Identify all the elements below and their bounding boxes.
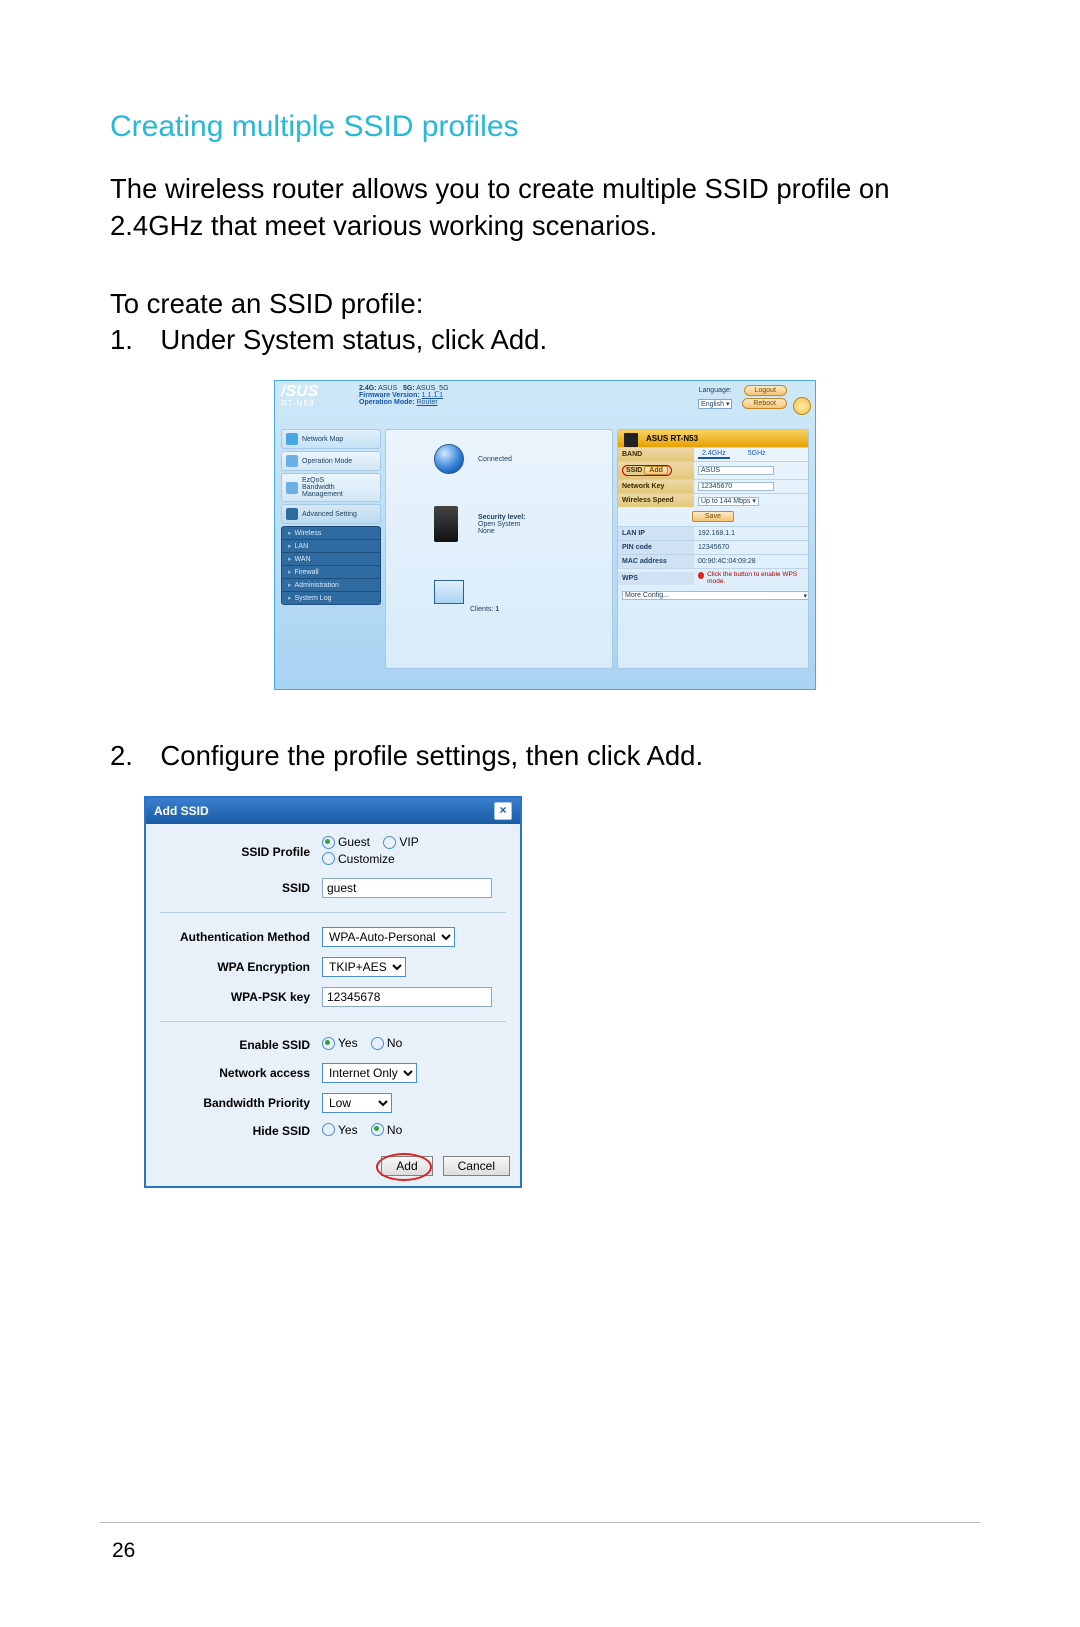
enc-label: WPA Encryption xyxy=(156,952,318,982)
status-title: ASUS RT-N53 xyxy=(618,430,808,447)
hide-yes-radio[interactable]: Yes xyxy=(322,1123,358,1137)
profile-customize-radio[interactable]: Customize xyxy=(322,852,395,866)
sidebar-ezqos[interactable]: EzQoS Bandwidth Management xyxy=(281,473,381,502)
hide-no-radio[interactable]: No xyxy=(371,1123,402,1137)
chevron-right-icon: ▸ xyxy=(288,542,292,550)
language-label: Language: xyxy=(699,387,732,394)
router-admin-screenshot: /SUS RT-N53 2.4G: ASUS 5G: ASUS_5G Firmw… xyxy=(274,380,816,690)
psk-label: WPA-PSK key xyxy=(156,982,318,1012)
band-label: BAND xyxy=(618,448,694,461)
network-key-input[interactable]: 12345670 xyxy=(698,482,774,491)
advanced-icon xyxy=(286,508,298,520)
enable-no-radio[interactable]: No xyxy=(371,1036,402,1050)
ssid-input[interactable] xyxy=(322,878,492,898)
wspeed-label: Wireless Speed xyxy=(618,494,694,507)
ezqos-icon xyxy=(286,482,298,494)
asus-logo: /SUS RT-N53 xyxy=(281,385,349,408)
sidebar: Network Map Operation Mode EzQoS Bandwid… xyxy=(281,429,381,669)
more-config-select[interactable]: More Config...▾ xyxy=(622,591,809,600)
wps-label: WPS xyxy=(618,572,694,585)
internet-node[interactable] xyxy=(434,444,464,474)
wpa-encryption-select[interactable]: TKIP+AES xyxy=(322,957,406,977)
logout-button[interactable]: Logout xyxy=(744,385,787,396)
chevron-right-icon: ▸ xyxy=(288,581,292,589)
menu-lan[interactable]: ▸LAN xyxy=(282,539,380,552)
connection-status: Connected xyxy=(478,456,512,463)
netkey-label: Network Key xyxy=(618,480,694,493)
bandwidth-priority-select[interactable]: Low xyxy=(322,1093,392,1113)
ssid-value-input[interactable]: ASUS xyxy=(698,466,774,475)
pin-label: PIN code xyxy=(618,541,694,554)
network-map-canvas: Connected Security level:Open System Non… xyxy=(385,429,613,669)
sidebar-advanced[interactable]: Advanced Setting xyxy=(281,504,381,524)
menu-firewall[interactable]: ▸Firewall xyxy=(282,565,380,578)
wps-note: Click the button to enable WPS mode. xyxy=(698,571,804,585)
router-icon xyxy=(434,506,458,542)
dialog-cancel-button[interactable]: Cancel xyxy=(443,1156,510,1176)
header-info: 2.4G: ASUS 5G: ASUS_5G Firmware Version:… xyxy=(359,385,688,406)
profile-label: SSID Profile xyxy=(156,830,318,873)
chevron-right-icon: ▸ xyxy=(288,568,292,576)
step-1: 1. Under System status, click Add. xyxy=(110,324,980,356)
ssid-field-label: SSID xyxy=(156,873,318,903)
network-access-select[interactable]: Internet Only xyxy=(322,1063,417,1083)
auth-method-select[interactable]: WPA-Auto-Personal xyxy=(322,927,455,947)
system-status-panel: ASUS RT-N53 BAND 2.4GHz 5GHz SSID Add ASU… xyxy=(617,429,809,669)
chevron-right-icon: ▸ xyxy=(288,529,292,537)
section-title: Creating multiple SSID profiles xyxy=(110,110,980,144)
globe-icon xyxy=(434,444,464,474)
lanip-value: 192.168.1.1 xyxy=(694,528,808,539)
menu-system-log[interactable]: ▸System Log xyxy=(282,591,380,604)
band-24ghz-tab[interactable]: 2.4GHz xyxy=(698,450,730,459)
operation-mode-icon xyxy=(286,455,298,467)
clients-node[interactable] xyxy=(434,580,464,604)
auth-label: Authentication Method xyxy=(156,922,318,952)
sidebar-network-map[interactable]: Network Map xyxy=(281,429,381,449)
chevron-right-icon: ▸ xyxy=(288,555,292,563)
profile-guest-radio[interactable]: Guest xyxy=(322,835,370,849)
wireless-speed-select[interactable]: Up to 144 Mbps ▾ xyxy=(698,497,759,506)
add-ssid-dialog: Add SSID × SSID Profile Guest VIP Custom… xyxy=(144,796,522,1188)
save-button[interactable]: Save xyxy=(692,511,734,522)
band-5ghz-tab[interactable]: 5GHz xyxy=(748,450,766,457)
footer-rule xyxy=(100,1522,980,1523)
menu-wireless[interactable]: ▸Wireless xyxy=(282,527,380,539)
pin-value: 12345670 xyxy=(694,542,808,553)
wpa-psk-input[interactable] xyxy=(322,987,492,1007)
reboot-button[interactable]: Reboot xyxy=(742,398,787,409)
dialog-title: Add SSID xyxy=(154,804,209,818)
page-number: 26 xyxy=(112,1539,135,1563)
menu-administration[interactable]: ▸Administration xyxy=(282,578,380,591)
enable-label: Enable SSID xyxy=(156,1031,318,1058)
enable-yes-radio[interactable]: Yes xyxy=(322,1036,358,1050)
lead-in: To create an SSID profile: xyxy=(110,288,980,320)
step-2: 2. Configure the profile settings, then … xyxy=(110,740,980,772)
access-label: Network access xyxy=(156,1058,318,1088)
close-button[interactable]: × xyxy=(494,802,512,820)
add-ssid-button[interactable]: Add xyxy=(644,466,668,475)
router-node[interactable] xyxy=(434,506,458,542)
clients-count: Clients: 1 xyxy=(470,606,499,613)
language-select[interactable]: English ▾ xyxy=(698,399,732,409)
intro-paragraph: The wireless router allows you to create… xyxy=(110,170,980,244)
bw-label: Bandwidth Priority xyxy=(156,1088,318,1118)
mac-value: 00:90:4C:04:09:28 xyxy=(694,556,808,567)
advanced-submenu: ▸Wireless ▸LAN ▸WAN ▸Firewall ▸Administr… xyxy=(281,526,381,605)
ssid-label: SSID Add xyxy=(618,462,694,479)
hide-label: Hide SSID xyxy=(156,1118,318,1145)
dialog-add-button[interactable]: Add xyxy=(381,1156,432,1176)
mac-label: MAC address xyxy=(618,555,694,568)
chevron-right-icon: ▸ xyxy=(288,594,292,602)
clients-icon xyxy=(434,580,464,604)
network-map-icon xyxy=(286,433,298,445)
menu-wan[interactable]: ▸WAN xyxy=(282,552,380,565)
profile-vip-radio[interactable]: VIP xyxy=(383,835,418,849)
lanip-label: LAN IP xyxy=(618,527,694,540)
sidebar-operation-mode[interactable]: Operation Mode xyxy=(281,451,381,471)
security-level: Security level:Open System None xyxy=(478,514,558,535)
